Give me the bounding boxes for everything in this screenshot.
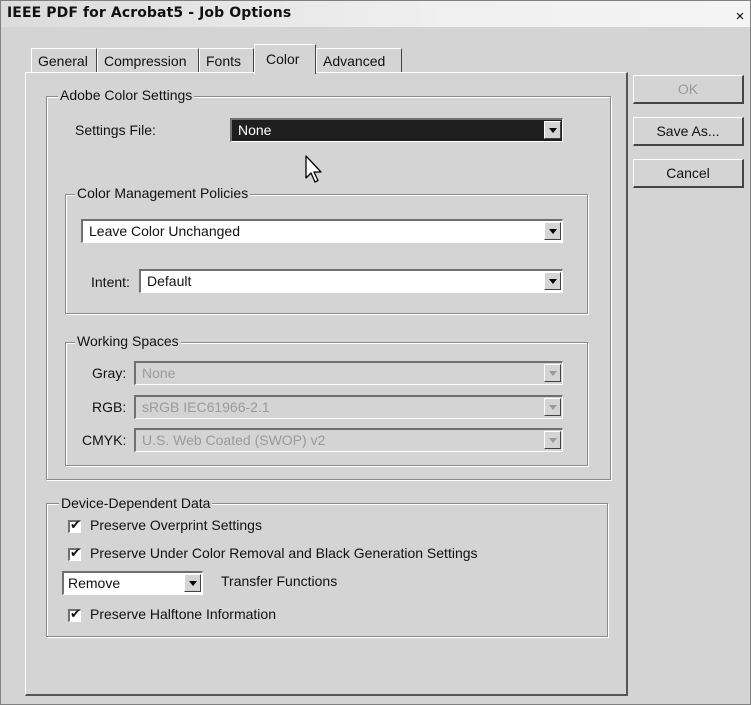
rgb-working-space-dropdown: sRGB IEC61966-2.1 <box>134 395 563 419</box>
save-as-button[interactable]: Save As... <box>633 117 744 146</box>
transfer-functions-label: Transfer Functions <box>221 573 338 589</box>
settings-file-value: None <box>238 122 272 138</box>
preserve-ucr-label: Preserve Under Color Removal and Black G… <box>90 545 478 561</box>
mouse-cursor-icon <box>305 155 322 183</box>
settings-file-dropdown[interactable]: None <box>230 118 563 142</box>
tab-advanced[interactable]: Advanced <box>316 48 402 72</box>
rgb-label: RGB: <box>92 399 127 415</box>
preserve-halftone-label: Preserve Halftone Information <box>90 606 276 622</box>
window-title: IEEE PDF for Acrobat5 - Job Options <box>7 5 292 21</box>
adobe-color-settings-legend: Adobe Color Settings <box>58 87 195 103</box>
tab-label: Fonts <box>206 53 242 69</box>
dropdown-arrow-button <box>544 431 561 449</box>
chevron-down-icon <box>549 128 557 133</box>
device-dependent-data-legend: Device-Dependent Data <box>59 495 213 511</box>
chevron-down-icon <box>549 279 557 284</box>
cancel-button[interactable]: Cancel <box>633 159 744 188</box>
cmyk-value: U.S. Web Coated (SWOP) v2 <box>142 432 326 448</box>
cmyk-label: CMYK: <box>82 432 127 448</box>
intent-value: Default <box>147 273 192 289</box>
settings-file-label: Settings File: <box>75 122 156 138</box>
preserve-overprint-label: Preserve Overprint Settings <box>90 517 262 533</box>
tab-label: Color <box>266 51 300 67</box>
gray-working-space-dropdown: None <box>134 361 563 385</box>
chevron-down-icon <box>549 438 557 443</box>
tab-fonts[interactable]: Fonts <box>199 48 254 72</box>
dropdown-arrow-button[interactable] <box>184 574 201 592</box>
gray-label: Gray: <box>92 365 127 381</box>
checkmark-icon: ✔ <box>70 606 81 621</box>
dropdown-arrow-button <box>544 364 561 382</box>
preserve-halftone-checkbox[interactable]: ✔ <box>68 606 81 622</box>
tab-label: Compression <box>104 53 187 69</box>
chevron-down-icon <box>549 405 557 410</box>
dropdown-arrow-button <box>544 398 561 416</box>
rgb-value: sRGB IEC61966-2.1 <box>142 399 270 415</box>
ok-button[interactable]: OK <box>633 75 744 104</box>
cmyk-working-space-dropdown: U.S. Web Coated (SWOP) v2 <box>134 428 563 452</box>
title-bar[interactable]: IEEE PDF for Acrobat5 - Job Options × <box>1 1 750 27</box>
checkmark-icon: ✔ <box>70 545 81 560</box>
color-management-policies-legend: Color Management Policies <box>75 185 251 201</box>
color-policy-value: Leave Color Unchanged <box>89 223 240 239</box>
tab-color[interactable]: Color <box>254 44 316 74</box>
tab-general[interactable]: General <box>31 48 97 72</box>
color-management-policies-group <box>65 194 588 314</box>
preserve-overprint-checkbox[interactable]: ✔ <box>68 517 81 533</box>
chevron-down-icon <box>549 229 557 234</box>
color-policy-dropdown[interactable]: Leave Color Unchanged <box>81 219 563 243</box>
dropdown-arrow-button[interactable] <box>544 272 561 290</box>
tab-label: Advanced <box>323 53 386 69</box>
preserve-ucr-checkbox[interactable]: ✔ <box>68 545 81 561</box>
gray-value: None <box>142 365 176 381</box>
intent-dropdown[interactable]: Default <box>139 269 563 293</box>
tab-compression[interactable]: Compression <box>97 48 199 72</box>
transfer-functions-dropdown[interactable]: Remove <box>62 571 203 595</box>
chevron-down-icon <box>189 581 197 586</box>
intent-label: Intent: <box>91 274 130 290</box>
tab-label: General <box>38 53 88 69</box>
transfer-functions-value: Remove <box>68 575 121 591</box>
checkmark-icon: ✔ <box>70 517 81 532</box>
dropdown-arrow-button[interactable] <box>544 121 561 139</box>
close-icon[interactable]: × <box>733 9 747 24</box>
working-spaces-legend: Working Spaces <box>75 333 181 349</box>
job-options-window: IEEE PDF for Acrobat5 - Job Options × Ge… <box>0 0 751 705</box>
dropdown-arrow-button[interactable] <box>544 222 561 240</box>
chevron-down-icon <box>549 371 557 376</box>
